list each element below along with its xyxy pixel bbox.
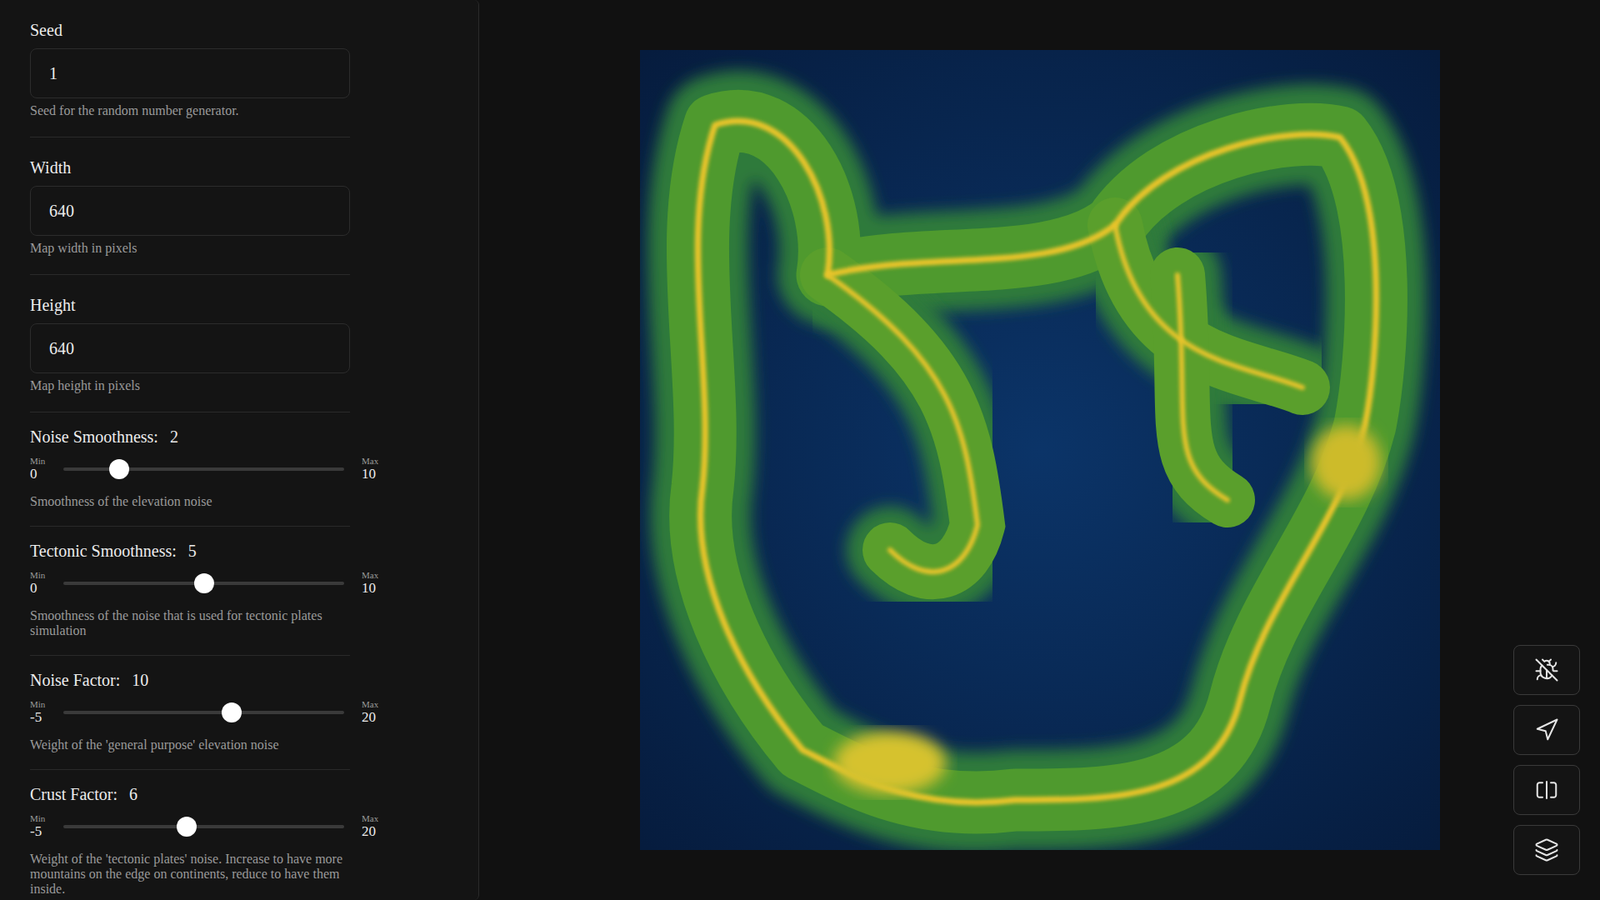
toolbar [1513,645,1580,875]
layers-icon [1534,837,1560,863]
map-canvas[interactable] [640,50,1440,850]
slider-description: Weight of the 'tectonic plates' noise. I… [30,851,357,897]
input-section: Height 640 Map height in pixels [30,275,350,413]
slider-thumb[interactable] [109,459,130,480]
field-input[interactable]: 1 [30,48,350,99]
field-description: Map height in pixels [30,378,350,394]
slider-track[interactable] [63,467,345,471]
slider-min: Min0 [30,570,55,597]
map-area [479,0,1600,900]
input-section: Width 640 Map width in pixels [30,137,350,275]
slider-description: Smoothness of the noise that is used for… [30,608,357,639]
field-input[interactable]: 640 [30,323,350,374]
slider-thumb[interactable] [194,573,215,594]
slider-max: Max10 [361,455,389,483]
field-label: Seed [30,20,350,40]
bug-off-icon [1534,657,1560,683]
slider-min: Min0 [30,455,55,483]
debug-button[interactable] [1513,645,1580,695]
settings-panel: Seed 1 Seed for the random number generato… [0,0,480,900]
slider-min: Min-5 [30,813,55,840]
slider-max: Max20 [361,699,389,726]
slider-track[interactable] [63,825,345,829]
slider-description: Weight of the 'general purpose' elevatio… [30,737,357,753]
field-input[interactable]: 640 [30,185,350,236]
slider-max: Max10 [361,570,389,597]
app: Seed 1 Seed for the random number generato… [0,0,1600,900]
slider-label: Tectonic Smoothness: [30,540,177,562]
slider-track[interactable] [63,581,345,585]
field-description: Map width in pixels [30,240,350,256]
slider-track[interactable] [63,710,345,715]
slider-label: Noise Factor: [30,669,120,691]
field-label: Width [30,157,350,178]
split-button[interactable] [1513,765,1580,815]
slider-value: 2 [170,425,179,448]
slider-thumb[interactable] [221,702,242,723]
slider-section: Noise Factor:10Min-5Max20Weight of the '… [30,655,350,770]
field-description: Seed for the random number generator. [30,103,350,119]
slider-section: Tectonic Smoothness:5Min0Max10Smoothness… [30,526,350,656]
field-label: Height [30,295,350,315]
slider-section: Noise Smoothness:2Min0Max10Smoothness of… [30,412,350,527]
slider-description: Smoothness of the elevation noise [30,494,357,510]
slider-label: Noise Smoothness: [30,425,159,448]
slider-thumb[interactable] [176,816,197,837]
slider-label: Crust Factor: [30,783,118,805]
slider-value: 6 [129,783,138,805]
input-section: Seed 1 Seed for the random number generato… [30,0,350,138]
slider-min: Min-5 [30,699,55,726]
pointer-icon [1534,717,1560,743]
slider-value: 10 [131,669,149,691]
layers-button[interactable] [1513,825,1580,875]
select-button[interactable] [1513,705,1580,755]
slider-value: 5 [188,540,197,562]
slider-section: Crust Factor:6Min-5Max20Weight of the 't… [30,770,350,900]
slider-max: Max20 [361,813,389,840]
split-view-icon [1534,777,1560,803]
